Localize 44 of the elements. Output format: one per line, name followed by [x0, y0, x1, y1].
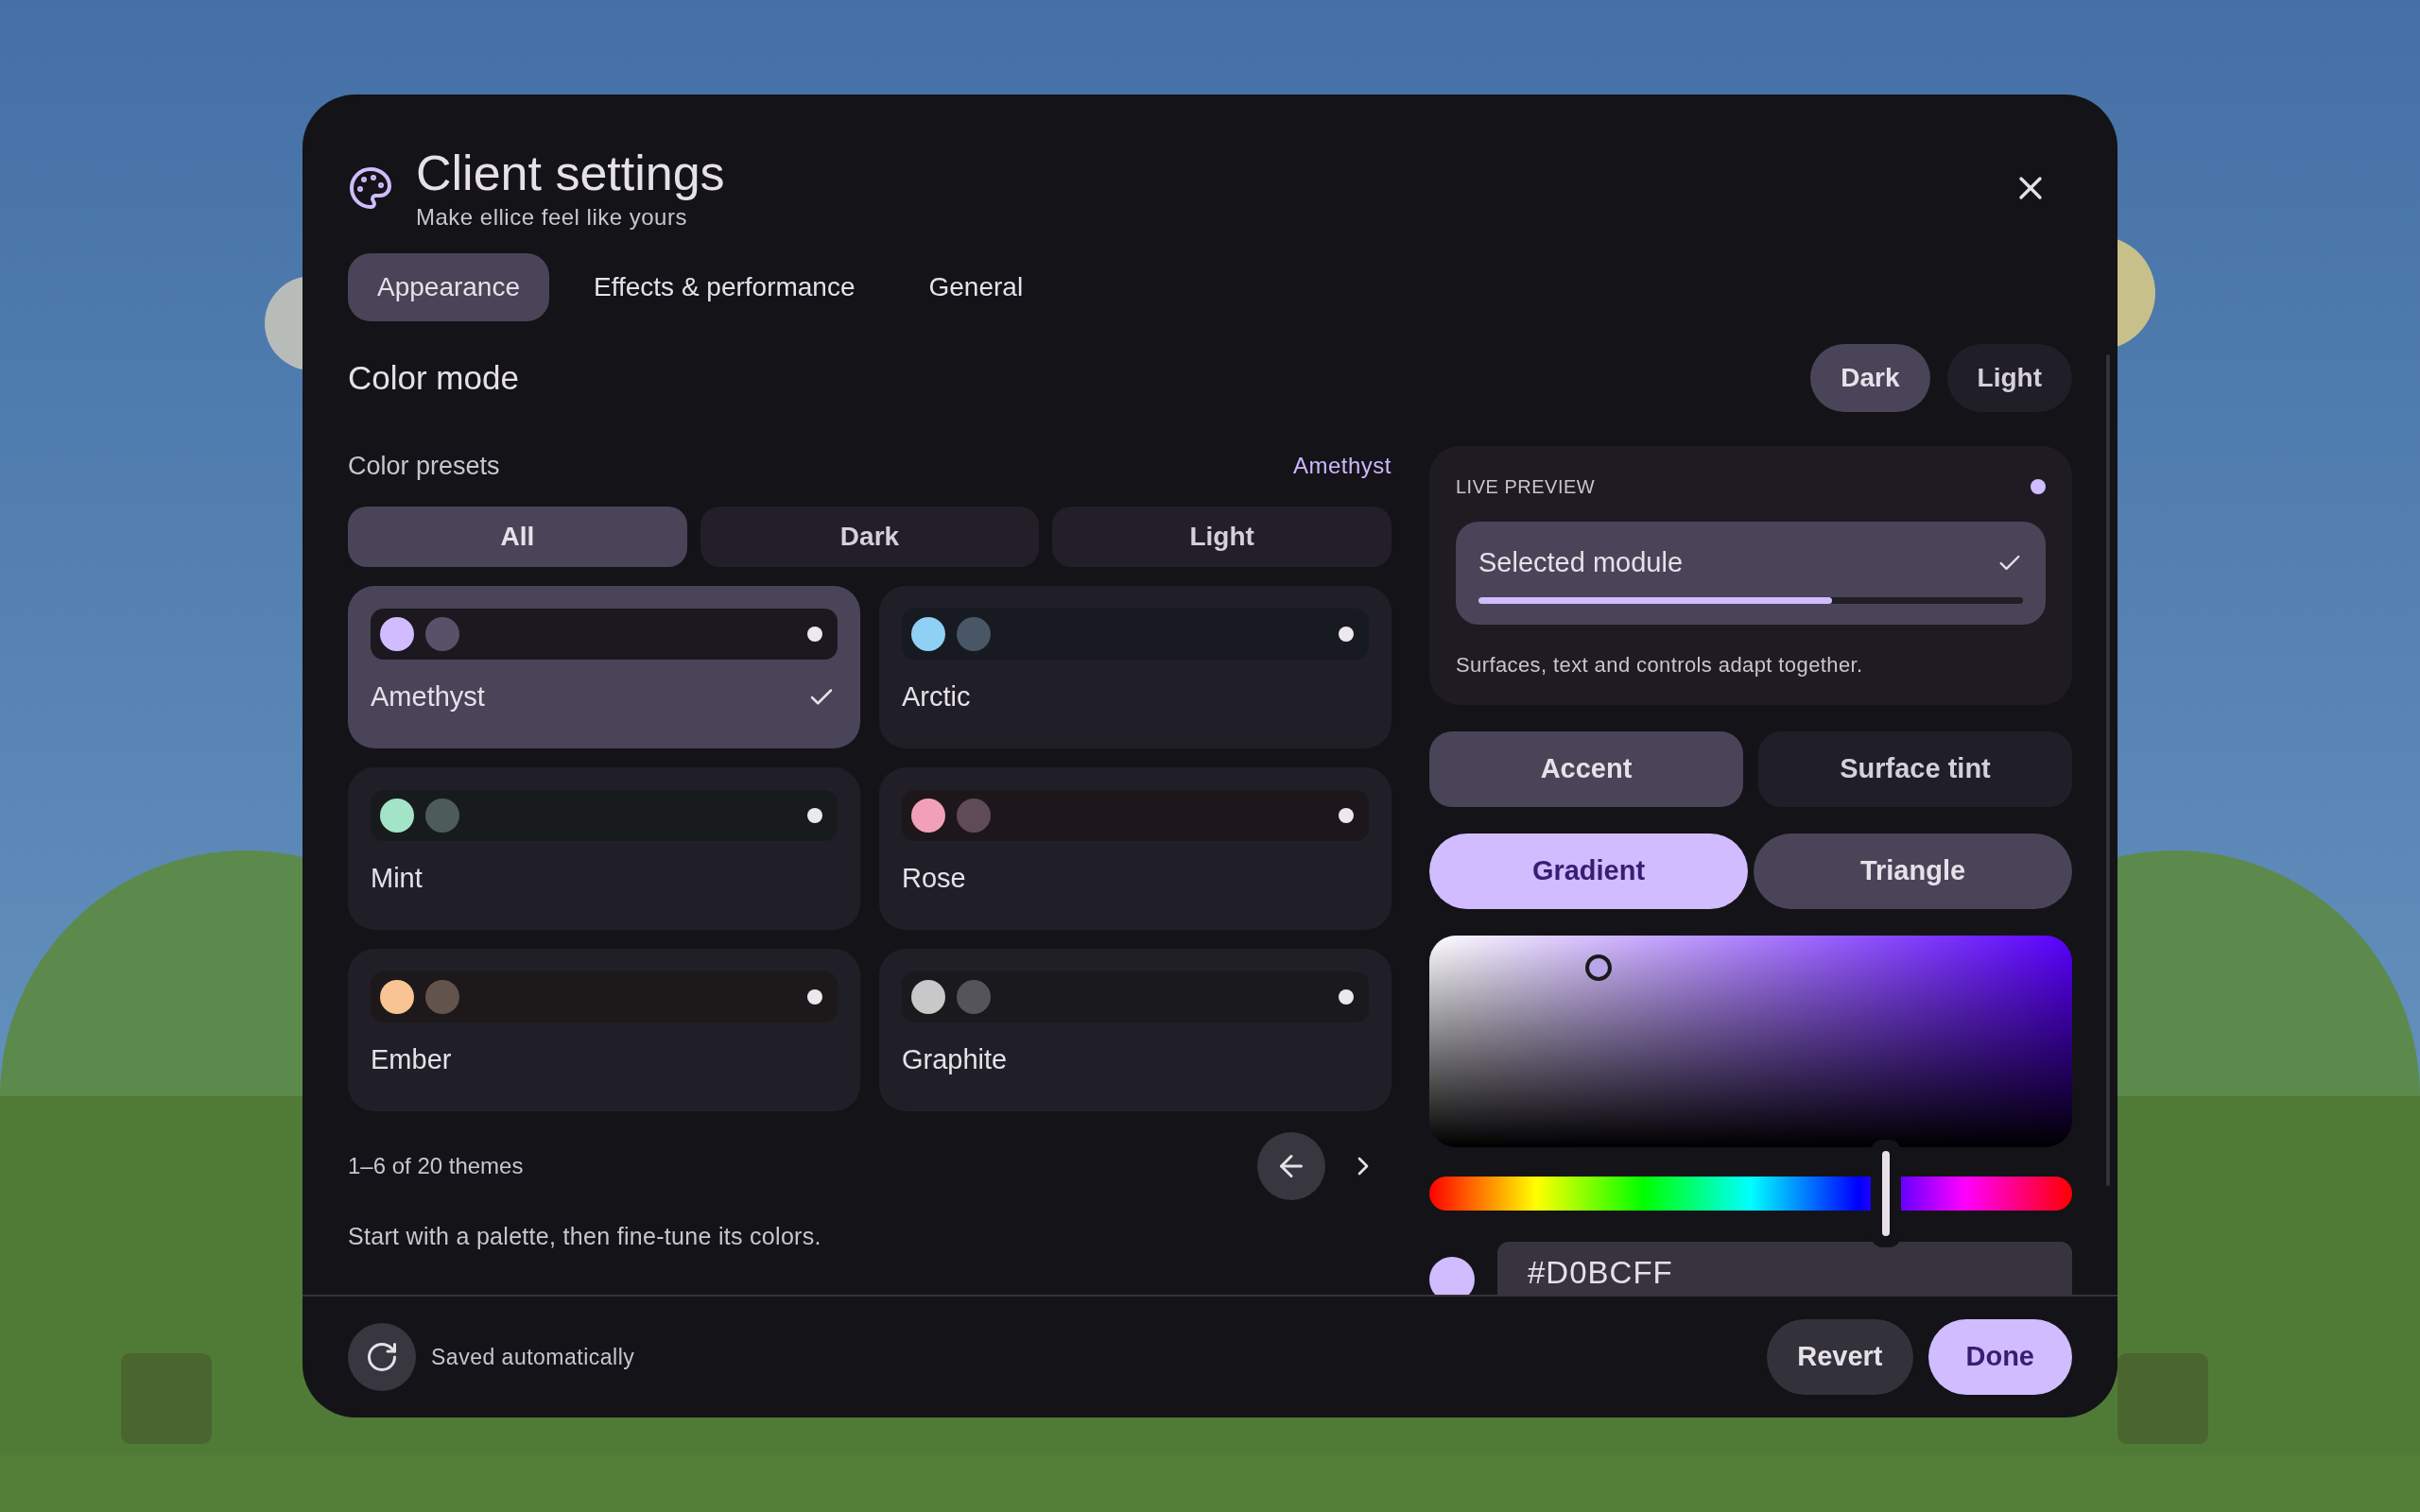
filter-chip[interactable]: All: [348, 507, 687, 567]
refresh-icon: [365, 1340, 399, 1374]
color-gradient-picker[interactable]: [1429, 935, 2072, 1147]
tab[interactable]: General: [899, 253, 1053, 321]
dialog-title: Client settings: [416, 145, 725, 202]
theme-name: Graphite: [902, 1043, 1008, 1076]
theme-card[interactable]: Amethyst: [348, 586, 860, 748]
preview-note: Surfaces, text and controls adapt together.: [1456, 651, 1864, 679]
revert-button[interactable]: Revert: [1767, 1319, 1913, 1395]
theme-card[interactable]: Graphite: [879, 949, 1392, 1111]
section-title: Color mode: [348, 357, 519, 398]
module-label: Selected module: [1478, 546, 1684, 579]
current-preset: Amethyst: [1292, 452, 1392, 480]
save-status: Saved automatically: [431, 1343, 635, 1371]
scrollbar[interactable]: [2106, 354, 2110, 1186]
palette-icon: [348, 165, 393, 211]
hint-text: Start with a palette, then fine-tune its colors.: [348, 1222, 822, 1251]
theme-card[interactable]: Mint: [348, 767, 860, 930]
section-label: Color presets: [348, 450, 500, 482]
tab[interactable]: Effects & performance: [564, 253, 885, 321]
theme-card[interactable]: Rose: [879, 767, 1392, 930]
tab[interactable]: Appearance: [348, 253, 549, 321]
picker-mode-toggle[interactable]: Triangle: [1754, 833, 2072, 909]
picker-mode-toggle[interactable]: Gradient: [1429, 833, 1748, 909]
mode-toggle[interactable]: Light: [1946, 344, 2072, 412]
target-toggle[interactable]: Accent: [1429, 730, 1743, 807]
mode-toggle[interactable]: Dark: [1810, 344, 1930, 412]
dialog-subtitle: Make ellice feel like yours: [416, 203, 688, 232]
filter-chip[interactable]: Dark: [700, 507, 1040, 567]
done-button[interactable]: Done: [1927, 1319, 2072, 1395]
selected-module[interactable]: Selected module: [1456, 522, 2046, 625]
theme-name: Mint: [371, 862, 423, 895]
filter-chip[interactable]: Light: [1052, 507, 1392, 567]
theme-name: Ember: [371, 1043, 452, 1076]
theme-name: Rose: [902, 862, 966, 895]
target-toggle[interactable]: Surface tint: [1758, 730, 2072, 807]
theme-card[interactable]: Arctic: [879, 586, 1392, 748]
theme-name: Amethyst: [371, 680, 485, 713]
preview-label: LIVE PREVIEW: [1456, 475, 1596, 499]
hex-field[interactable]: #D0BCFF: [1497, 1241, 2072, 1295]
pager-text: 1–6 of 20 themes: [348, 1152, 524, 1180]
theme-name: Arctic: [902, 680, 971, 713]
theme-card[interactable]: Ember: [348, 949, 860, 1111]
picker-cursor[interactable]: [1585, 954, 1612, 981]
